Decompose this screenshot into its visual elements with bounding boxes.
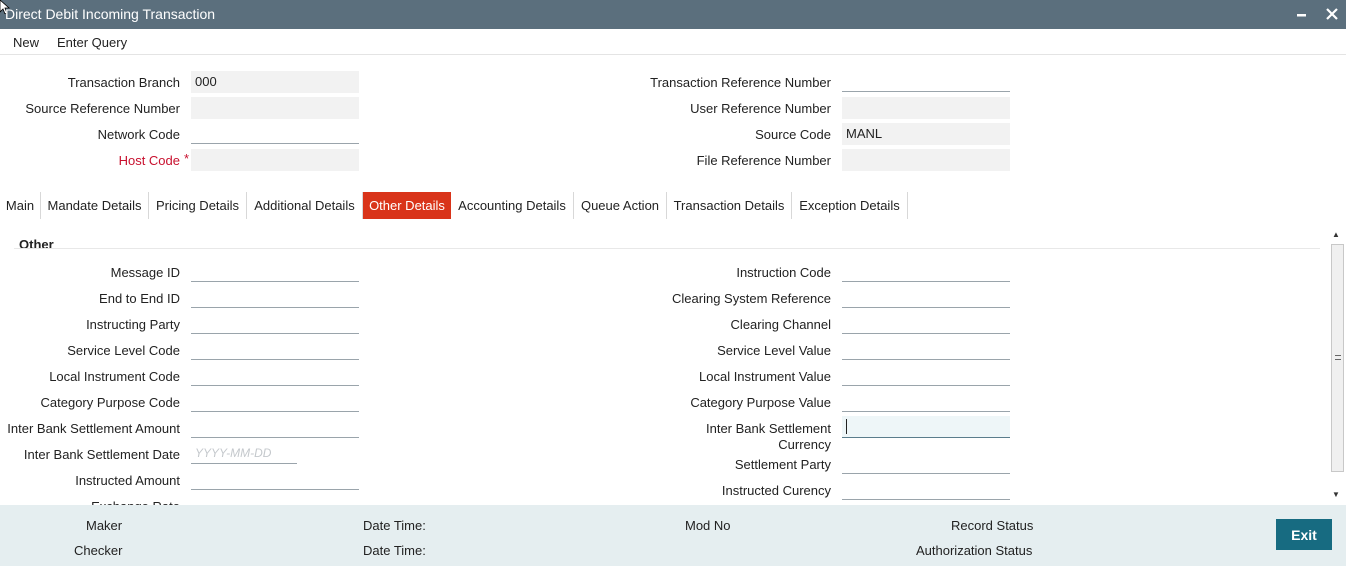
tab-transaction-details[interactable]: Transaction Details	[667, 192, 792, 219]
instructing-party-field[interactable]	[191, 312, 359, 334]
instructing-party-label: Instructing Party	[86, 317, 180, 332]
other-details-panel: Message ID End to End ID Instructing Par…	[0, 256, 1328, 507]
text-caret	[846, 419, 847, 434]
transaction-branch-label: Transaction Branch	[67, 75, 180, 90]
checker-date-time-label: Date Time:	[363, 543, 426, 558]
clearing-system-reference-label: Clearing System Reference	[672, 291, 831, 306]
end-to-end-id-field[interactable]	[191, 286, 359, 308]
minimize-icon[interactable]	[1292, 4, 1312, 24]
local-instrument-value-label: Local Instrument Value	[699, 369, 831, 384]
instructed-currency-field[interactable]	[842, 478, 1010, 500]
source-code-field[interactable]: MANL	[842, 123, 1010, 145]
instructed-currency-label: Instructed Curency	[721, 483, 831, 498]
settlement-party-field[interactable]	[842, 452, 1010, 474]
local-instrument-code-field[interactable]	[191, 364, 359, 386]
transaction-reference-number-label: Transaction Reference Number	[650, 75, 831, 90]
inter-bank-settlement-currency-label: Inter Bank Settlement	[705, 421, 831, 436]
section-divider	[14, 248, 1320, 249]
message-id-label: Message ID	[110, 265, 180, 280]
maker-label: Maker	[86, 518, 123, 533]
record-status-label: Record Status	[951, 518, 1034, 533]
scroll-up-arrow-icon[interactable]: ▲	[1332, 230, 1340, 239]
transaction-branch-field[interactable]: 000	[191, 71, 359, 93]
maker-date-time-label: Date Time:	[363, 518, 426, 533]
authorization-status-label: Authorization Status	[916, 543, 1033, 558]
source-code-label: Source Code	[755, 127, 831, 142]
service-level-code-field[interactable]	[191, 338, 359, 360]
source-reference-number-field[interactable]	[191, 97, 359, 119]
inter-bank-settlement-currency-label-cont: Currency	[778, 437, 831, 452]
checker-label: Checker	[74, 543, 123, 558]
local-instrument-code-label: Local Instrument Code	[49, 369, 180, 384]
menu-bar: New Enter Query	[0, 29, 1346, 55]
exit-button[interactable]: Exit	[1276, 519, 1332, 550]
new-menu-item[interactable]: New	[13, 35, 39, 50]
tab-bar: Main Mandate Details Pricing Details Add…	[0, 192, 1346, 219]
audit-footer: Maker Checker Date Time: Date Time: Mod …	[0, 505, 1346, 566]
service-level-value-field[interactable]	[842, 338, 1010, 360]
required-asterisk: *	[184, 151, 190, 166]
vertical-scrollbar[interactable]: ▲ ▼	[1329, 228, 1346, 504]
end-to-end-id-label: End to End ID	[99, 291, 180, 306]
tab-exception-details[interactable]: Exception Details	[792, 192, 908, 219]
window-title-bar: Direct Debit Incoming Transaction	[0, 0, 1346, 29]
inter-bank-settlement-date-field[interactable]: YYYY-MM-DD	[191, 442, 297, 464]
network-code-label: Network Code	[97, 127, 180, 142]
source-reference-number-label: Source Reference Number	[25, 101, 180, 116]
file-reference-number-label: File Reference Number	[696, 153, 831, 168]
host-code-field[interactable]	[191, 149, 359, 171]
category-purpose-value-label: Category Purpose Value	[690, 395, 831, 410]
file-reference-number-field[interactable]	[842, 149, 1010, 171]
window-title: Direct Debit Incoming Transaction	[5, 6, 216, 22]
category-purpose-value-field[interactable]	[842, 390, 1010, 412]
tab-mandate-details[interactable]: Mandate Details	[41, 192, 149, 219]
category-purpose-code-field[interactable]	[191, 390, 359, 412]
tab-other-details[interactable]: Other Details	[363, 192, 451, 219]
instruction-code-label: Instruction Code	[736, 265, 831, 280]
tab-queue-action[interactable]: Queue Action	[574, 192, 667, 219]
scrollbar-thumb[interactable]	[1331, 244, 1344, 472]
host-code-label: Host Code	[118, 153, 180, 168]
message-id-field[interactable]	[191, 260, 359, 282]
clearing-system-reference-field[interactable]	[842, 286, 1010, 308]
close-icon[interactable]	[1322, 4, 1342, 24]
tab-pricing-details[interactable]: Pricing Details	[149, 192, 247, 219]
settlement-party-label: Settlement Party	[734, 457, 831, 472]
inter-bank-settlement-amount-field[interactable]	[191, 416, 359, 438]
inter-bank-settlement-date-label: Inter Bank Settlement Date	[23, 447, 180, 462]
service-level-code-label: Service Level Code	[67, 343, 180, 358]
enter-query-menu-item[interactable]: Enter Query	[57, 35, 127, 50]
clearing-channel-label: Clearing Channel	[730, 317, 831, 332]
instructed-amount-field[interactable]	[191, 468, 359, 490]
user-reference-number-field[interactable]	[842, 97, 1010, 119]
inter-bank-settlement-currency-field[interactable]	[842, 416, 1010, 438]
user-reference-number-label: User Reference Number	[690, 101, 831, 116]
service-level-value-label: Service Level Value	[717, 343, 831, 358]
grip-icon	[1335, 355, 1341, 360]
local-instrument-value-field[interactable]	[842, 364, 1010, 386]
tab-main[interactable]: Main	[0, 192, 41, 219]
network-code-field[interactable]	[191, 122, 359, 144]
scroll-down-arrow-icon[interactable]: ▼	[1332, 490, 1340, 499]
category-purpose-code-label: Category Purpose Code	[40, 395, 180, 410]
other-section-title: Other	[19, 237, 54, 252]
instruction-code-field[interactable]	[842, 260, 1010, 282]
mod-no-label: Mod No	[685, 518, 731, 533]
tab-additional-details[interactable]: Additional Details	[247, 192, 363, 219]
instructed-amount-label: Instructed Amount	[75, 473, 180, 488]
tab-accounting-details[interactable]: Accounting Details	[451, 192, 574, 219]
inter-bank-settlement-amount-label: Inter Bank Settlement Amount	[7, 421, 180, 436]
transaction-reference-number-field[interactable]	[842, 70, 1010, 92]
clearing-channel-field[interactable]	[842, 312, 1010, 334]
